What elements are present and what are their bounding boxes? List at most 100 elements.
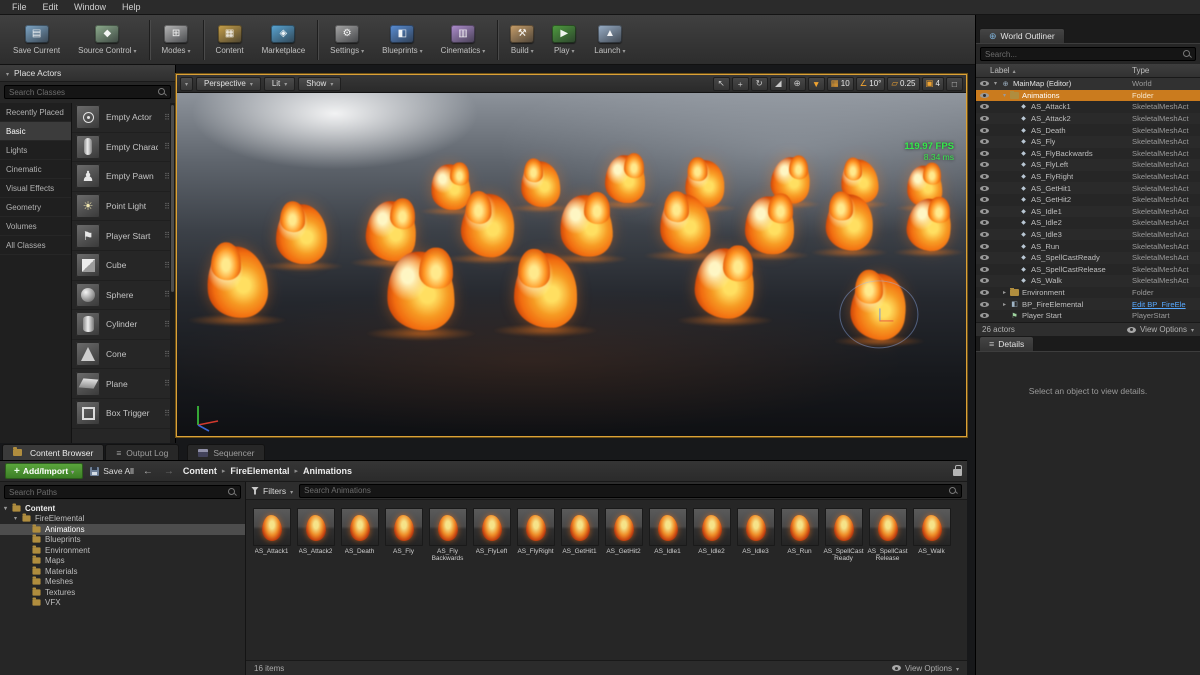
marketplace-button[interactable]: ◈ Marketplace [253, 17, 315, 63]
asset-as-fly[interactable]: AS_Fly [382, 508, 425, 563]
tab-world-outliner[interactable]: World Outliner [979, 28, 1065, 43]
asset-as-idle1[interactable]: AS_Idle1 [646, 508, 689, 563]
outliner-row-as-gethit2[interactable]: ◆ AS_GetHit2 SkeletalMeshAct [976, 194, 1200, 206]
visibility-eye-icon[interactable] [980, 160, 990, 170]
show-button[interactable]: Show [298, 76, 342, 91]
tree-textures[interactable]: Textures [0, 587, 245, 598]
outliner-type[interactable]: Edit BP_FireEle [1132, 300, 1200, 309]
asset-as-fly-backwards[interactable]: AS_Fly Backwards [426, 508, 469, 563]
outliner-row-player-start[interactable]: ⚑ Player Start PlayerStart [976, 310, 1200, 322]
select-tool-icon[interactable]: ↖ [712, 76, 730, 91]
content-button[interactable]: ▦ Content [207, 17, 253, 63]
outliner-row-as-idle3[interactable]: ◆ AS_Idle3 SkeletalMeshAct [976, 228, 1200, 241]
tab-content-browser[interactable]: Content Browser [2, 444, 105, 460]
visibility-eye-icon[interactable] [980, 79, 990, 89]
back-button[interactable]: ← [141, 466, 155, 477]
forward-button[interactable]: → [162, 466, 176, 477]
view-options-button[interactable]: View Options [891, 664, 959, 673]
lit-button[interactable]: Lit [263, 76, 296, 91]
rotate-tool-icon[interactable]: ↻ [750, 76, 768, 91]
outliner-row-as-walk[interactable]: ◆ AS_Walk SkeletalMeshAct [976, 275, 1200, 287]
place-actor-empty-actor[interactable]: Empty Actor ⠿ [72, 103, 175, 133]
paths-search-input[interactable] [9, 487, 225, 497]
category-geometry[interactable]: Geometry [0, 198, 71, 217]
outliner-row-as-attack1[interactable]: ◆ AS_Attack1 SkeletalMeshAct [976, 101, 1200, 113]
asset-as-run[interactable]: AS_Run [778, 508, 821, 563]
asset-as-death[interactable]: AS_Death [338, 508, 381, 563]
visibility-eye-icon[interactable] [980, 125, 990, 135]
maximize-icon[interactable]: □ [946, 76, 963, 91]
asset-as-walk[interactable]: AS_Walk [910, 508, 953, 563]
outliner-row-as-idle2[interactable]: ◆ AS_Idle2 SkeletalMeshAct [976, 217, 1200, 229]
cinematics-button[interactable]: ▥ Cinematics [432, 17, 495, 63]
expand-arrow-icon[interactable]: ▾ [994, 80, 1001, 87]
menu-edit[interactable]: Edit [35, 1, 67, 13]
asset-as-attack2[interactable]: AS_Attack2 [294, 508, 337, 563]
asset-as-gethit2[interactable]: AS_GetHit2 [602, 508, 645, 563]
breadcrumb-fireelemental[interactable]: FireElemental [230, 466, 289, 476]
outliner-row-as-spellcastrelease[interactable]: ◆ AS_SpellCastRelease SkeletalMeshAct [976, 264, 1200, 276]
outliner-row-as-attack2[interactable]: ◆ AS_Attack2 SkeletalMeshAct [976, 112, 1200, 125]
visibility-eye-icon[interactable] [980, 241, 990, 251]
place-actor-player-start[interactable]: ⚑ Player Start ⠿ [72, 221, 175, 251]
outliner-row-as-run[interactable]: ◆ AS_Run SkeletalMeshAct [976, 240, 1200, 252]
place-actor-sphere[interactable]: Sphere ⠿ [72, 281, 175, 311]
category-recently-placed[interactable]: Recently Placed [0, 103, 71, 122]
outliner-row-animations[interactable]: ▾ Animations Folder [976, 89, 1200, 102]
breadcrumb-content[interactable]: Content [183, 466, 217, 476]
visibility-eye-icon[interactable] [980, 195, 990, 205]
visibility-eye-icon[interactable] [980, 206, 990, 216]
tree-meshes[interactable]: Meshes [0, 576, 245, 588]
asset-as-gethit1[interactable]: AS_GetHit1 [558, 508, 601, 563]
scale-tool-icon[interactable]: ◢ [769, 76, 787, 91]
outliner-row-as-death[interactable]: ◆ AS_Death SkeletalMeshAct [976, 124, 1200, 136]
menu-help[interactable]: Help [114, 1, 149, 13]
save-current-button[interactable]: ▤ Save Current [4, 17, 69, 63]
asset-as-flyright[interactable]: AS_FlyRight [514, 508, 557, 563]
tree-content[interactable]: ▾ Content [0, 503, 245, 514]
visibility-eye-icon[interactable] [980, 253, 990, 263]
outliner-row-as-flyright[interactable]: ◆ AS_FlyRight SkeletalMeshAct [976, 171, 1200, 183]
visibility-eye-icon[interactable] [980, 299, 990, 309]
filters-button[interactable]: Filters [251, 486, 293, 496]
place-actor-cylinder[interactable]: Cylinder ⠿ [72, 310, 175, 340]
category-volumes[interactable]: Volumes [0, 217, 71, 236]
place-actor-cone[interactable]: Cone ⠿ [72, 340, 175, 370]
lock-icon[interactable] [953, 465, 962, 476]
outliner-row-as-gethit1[interactable]: ◆ AS_GetHit1 SkeletalMeshAct [976, 182, 1200, 194]
blueprints-button[interactable]: ◧ Blueprints [373, 17, 432, 63]
menu-window[interactable]: Window [66, 1, 114, 13]
visibility-eye-icon[interactable] [980, 276, 990, 286]
modes-button[interactable]: ⊞ Modes [153, 17, 200, 63]
settings-button[interactable]: ⚙ Settings [321, 17, 373, 63]
asset-as-idle2[interactable]: AS_Idle2 [690, 508, 733, 563]
expand-arrow-icon[interactable]: ▸ [1003, 289, 1010, 296]
visibility-eye-icon[interactable] [980, 90, 990, 100]
play-button[interactable]: ▶ Play [543, 17, 585, 63]
grid-snap-icon[interactable]: ▦ 10 [826, 76, 854, 91]
launch-button[interactable]: ▲ Launch [585, 17, 634, 63]
tree-animations[interactable]: Animations [0, 524, 245, 535]
category-visual-effects[interactable]: Visual Effects [0, 179, 71, 198]
viewport-options-button[interactable] [180, 76, 194, 91]
tree-environment[interactable]: Environment [0, 545, 245, 556]
column-type[interactable]: Type [1132, 66, 1200, 75]
column-label[interactable]: Label [976, 66, 1132, 75]
source-control-button[interactable]: ◆ Source Control [69, 17, 145, 63]
visibility-eye-icon[interactable] [980, 264, 990, 274]
visibility-eye-icon[interactable] [980, 137, 990, 147]
expand-arrow-icon[interactable]: ▾ [1003, 92, 1010, 99]
save-all-button[interactable]: Save All [90, 466, 134, 476]
category-all-classes[interactable]: All Classes [0, 236, 71, 255]
tree-blueprints[interactable]: Blueprints [0, 534, 245, 546]
tree-materials[interactable]: Materials [0, 566, 245, 577]
outliner-row-as-spellcastready[interactable]: ◆ AS_SpellCastReady SkeletalMeshAct [976, 251, 1200, 264]
visibility-eye-icon[interactable] [980, 183, 990, 193]
visibility-eye-icon[interactable] [980, 102, 990, 112]
asset-as-attack1[interactable]: AS_Attack1 [250, 508, 293, 563]
panel-caret-icon[interactable] [6, 68, 9, 78]
place-actor-empty-charac[interactable]: Empty Charac ⠿ [72, 133, 175, 163]
place-actor-cube[interactable]: Cube ⠿ [72, 251, 175, 281]
move-tool-icon[interactable]: + [731, 76, 749, 91]
outliner-row-as-fly[interactable]: ◆ AS_Fly SkeletalMeshAct [976, 135, 1200, 148]
